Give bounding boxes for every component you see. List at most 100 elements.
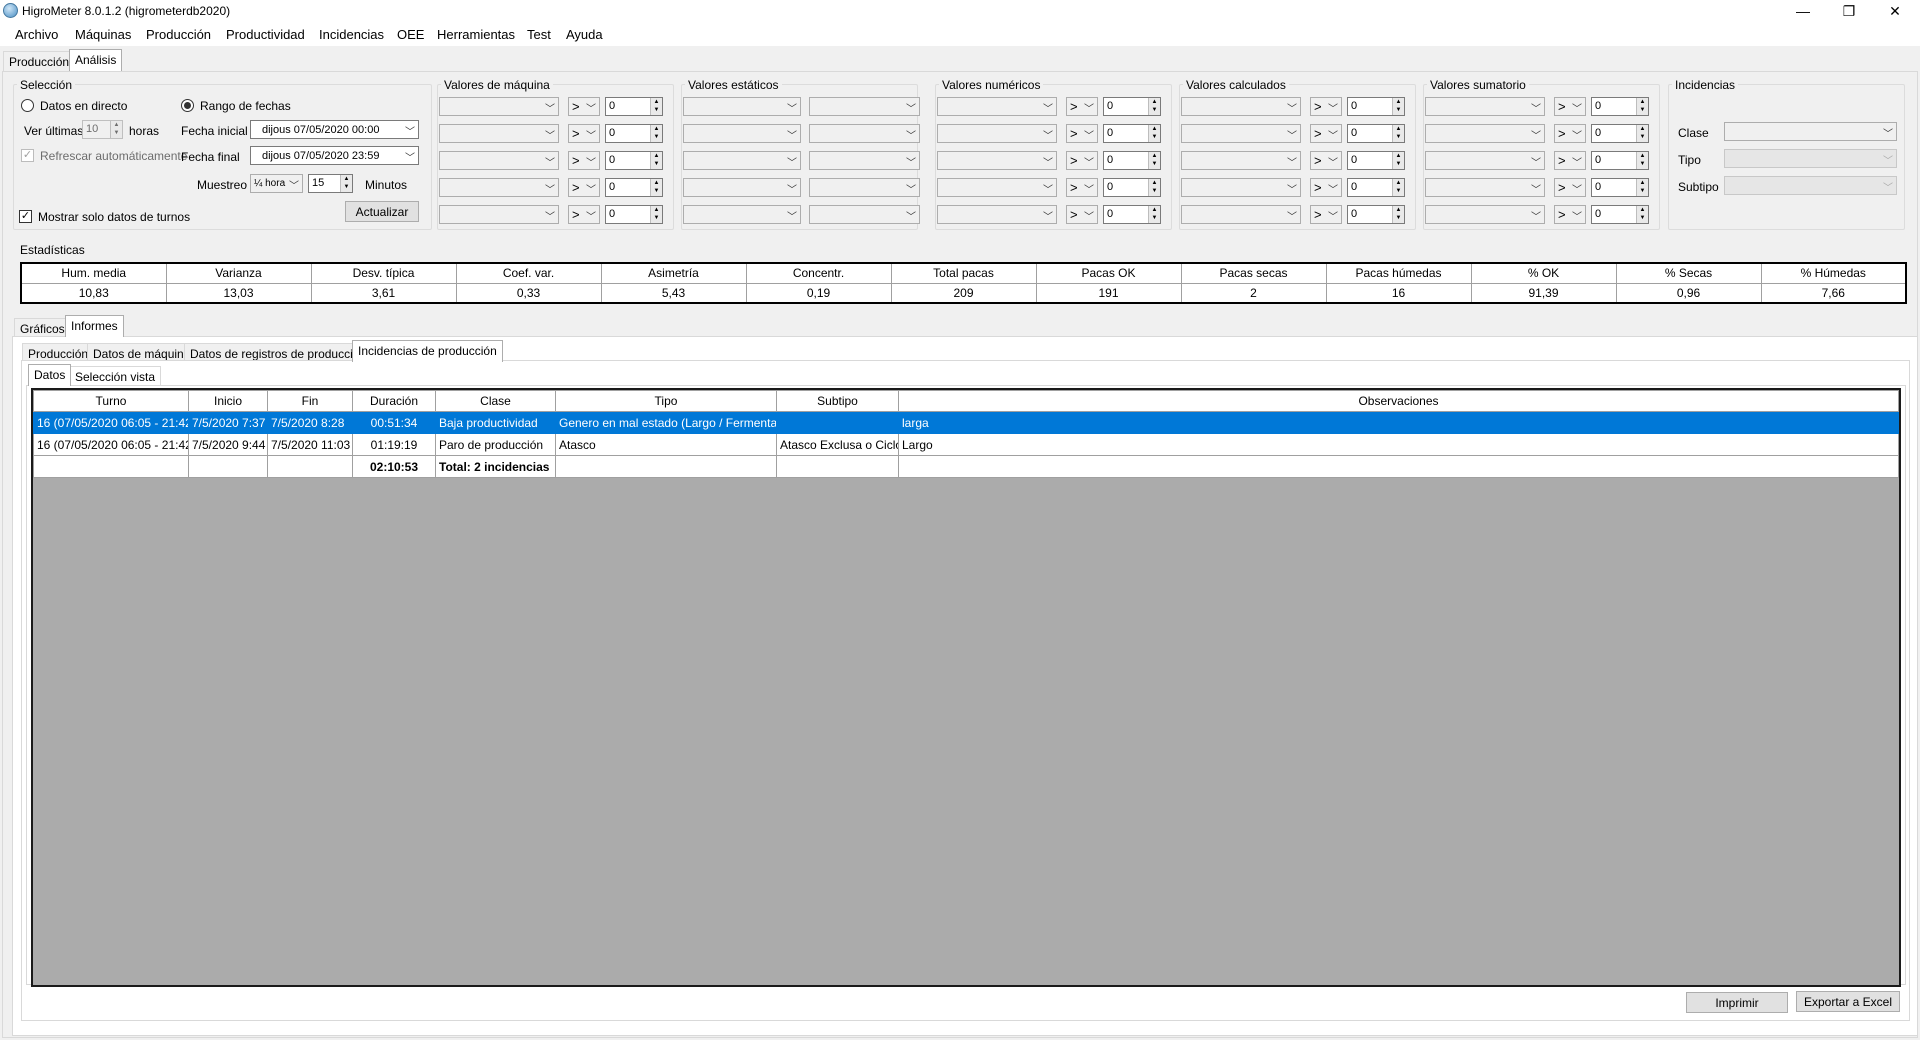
table-row[interactable]: 16 (07/05/2020 06:05 - 21:42) 7/5/2020 7:…: [33, 411, 1899, 434]
numericos-operator-select[interactable]: > ﹀: [1066, 151, 1098, 170]
chevron-down-icon[interactable]: ﹀: [1572, 127, 1582, 142]
chevron-down-icon[interactable]: ﹀: [586, 181, 596, 196]
chevron-down-icon[interactable]: ﹀: [906, 100, 916, 115]
numericos-value-spinner[interactable]: 0 ▲ ▼: [1103, 97, 1161, 116]
tab-incidencias-produccion[interactable]: Incidencias de producción: [352, 340, 503, 362]
total-cell[interactable]: [555, 455, 777, 478]
chevron-down-icon[interactable]: ﹀: [1287, 127, 1297, 142]
exportar-excel-button[interactable]: Exportar a Excel: [1796, 991, 1900, 1012]
actualizar-button[interactable]: Actualizar: [345, 201, 419, 222]
grid-cell[interactable]: Largo: [898, 433, 1899, 456]
chevron-down-icon[interactable]: ﹀: [1531, 181, 1541, 196]
tab-produccion[interactable]: Producción: [3, 51, 76, 71]
chevron-down-icon[interactable]: ﹀: [906, 154, 916, 169]
chevron-down-icon[interactable]: ﹀: [787, 208, 797, 223]
chevron-down-icon[interactable]: ﹀: [1531, 127, 1541, 142]
numericos-operator-select[interactable]: > ﹀: [1066, 178, 1098, 197]
chevron-down-icon[interactable]: ﹀: [586, 127, 596, 142]
rango-fechas-radio[interactable]: [181, 99, 194, 112]
numericos-value-spinner[interactable]: 0 ▲ ▼: [1103, 124, 1161, 143]
chevron-down-icon[interactable]: ﹀: [1084, 208, 1094, 223]
tab-seleccion-vista[interactable]: Selección vista: [69, 366, 162, 386]
chevron-down-icon[interactable]: ﹀: [1043, 127, 1053, 142]
sumatorio-field-select[interactable]: ﹀: [1425, 205, 1545, 224]
mostrar-turnos-checkbox[interactable]: ✓: [19, 210, 32, 223]
grid-column-header[interactable]: Duración: [352, 390, 436, 412]
numericos-field-select[interactable]: ﹀: [937, 124, 1057, 143]
spinner-arrows-icon[interactable]: ▲ ▼: [1148, 152, 1160, 169]
chevron-down-icon[interactable]: ﹀: [545, 208, 555, 223]
subtipo-select[interactable]: ﹀: [1724, 176, 1897, 195]
numericos-value-spinner[interactable]: 0 ▲ ▼: [1103, 178, 1161, 197]
grid-cell[interactable]: Genero en mal estado (Largo / Fermentado…: [555, 411, 777, 434]
sumatorio-field-select[interactable]: ﹀: [1425, 97, 1545, 116]
sumatorio-field-select[interactable]: ﹀: [1425, 124, 1545, 143]
calculados-value-spinner[interactable]: 0 ▲ ▼: [1347, 97, 1405, 116]
chevron-down-icon[interactable]: ﹀: [1572, 154, 1582, 169]
sumatorio-value-spinner[interactable]: 0 ▲ ▼: [1591, 205, 1649, 224]
chevron-down-icon[interactable]: ﹀: [586, 208, 596, 223]
tab-graficos[interactable]: Gráficos: [14, 318, 71, 338]
chevron-down-icon[interactable]: ﹀: [1572, 181, 1582, 196]
chevron-down-icon[interactable]: ﹀: [586, 154, 596, 169]
menu-archivo[interactable]: Archivo: [15, 27, 58, 42]
spinner-arrows-icon[interactable]: ▲ ▼: [1636, 179, 1648, 196]
spinner-arrows-icon[interactable]: ▲ ▼: [650, 125, 662, 142]
chevron-down-icon[interactable]: ﹀: [1328, 127, 1338, 142]
sumatorio-operator-select[interactable]: > ﹀: [1554, 124, 1586, 143]
tipo-select[interactable]: ﹀: [1724, 149, 1897, 168]
calculados-field-select[interactable]: ﹀: [1181, 178, 1301, 197]
chevron-down-icon[interactable]: ﹀: [1287, 100, 1297, 115]
total-row[interactable]: 02:10:53 Total: 2 incidencias: [33, 455, 1899, 478]
chevron-down-icon[interactable]: ﹀: [1084, 154, 1094, 169]
estaticos-field-select[interactable]: ﹀: [683, 97, 801, 116]
menu-herramientas[interactable]: Herramientas: [437, 27, 515, 42]
numericos-field-select[interactable]: ﹀: [937, 178, 1057, 197]
table-row[interactable]: 16 (07/05/2020 06:05 - 21:42) 7/5/2020 9:…: [33, 433, 1899, 456]
chevron-down-icon[interactable]: ﹀: [545, 181, 555, 196]
spinner-arrows-icon[interactable]: ▲ ▼: [650, 206, 662, 223]
total-cell[interactable]: [267, 455, 353, 478]
chevron-down-icon[interactable]: ﹀: [787, 154, 797, 169]
sumatorio-value-spinner[interactable]: 0 ▲ ▼: [1591, 97, 1649, 116]
calculados-value-spinner[interactable]: 0 ▲ ▼: [1347, 124, 1405, 143]
datos-directo-radio[interactable]: [21, 99, 34, 112]
estaticos-value-select[interactable]: ﹀: [809, 178, 920, 197]
calculados-operator-select[interactable]: > ﹀: [1310, 124, 1342, 143]
menu-ayuda[interactable]: Ayuda: [566, 27, 603, 42]
numericos-operator-select[interactable]: > ﹀: [1066, 124, 1098, 143]
tab-datos[interactable]: Datos: [28, 364, 72, 386]
spinner-arrows-icon[interactable]: ▲ ▼: [1392, 152, 1404, 169]
chevron-down-icon[interactable]: ﹀: [289, 177, 299, 192]
maquina-field-select[interactable]: ﹀: [439, 205, 559, 224]
estaticos-field-select[interactable]: ﹀: [683, 178, 801, 197]
grid-cell[interactable]: 01:19:19: [352, 433, 436, 456]
sumatorio-value-spinner[interactable]: 0 ▲ ▼: [1591, 124, 1649, 143]
spinner-arrows-icon[interactable]: ▲ ▼: [1148, 206, 1160, 223]
grid-column-header[interactable]: Turno: [33, 390, 189, 412]
chevron-down-icon[interactable]: ﹀: [1043, 154, 1053, 169]
maximize-button[interactable]: ❐: [1826, 0, 1872, 22]
chevron-down-icon[interactable]: ﹀: [1883, 125, 1893, 140]
calculados-field-select[interactable]: ﹀: [1181, 151, 1301, 170]
fecha-final-picker[interactable]: dijous 07/05/2020 23:59 ﹀: [250, 146, 419, 165]
sumatorio-field-select[interactable]: ﹀: [1425, 178, 1545, 197]
calculados-operator-select[interactable]: > ﹀: [1310, 97, 1342, 116]
imprimir-button[interactable]: Imprimir: [1686, 992, 1788, 1013]
estaticos-field-select[interactable]: ﹀: [683, 205, 801, 224]
total-cell[interactable]: 02:10:53: [352, 455, 436, 478]
maquina-field-select[interactable]: ﹀: [439, 124, 559, 143]
chevron-down-icon[interactable]: ﹀: [1531, 154, 1541, 169]
sumatorio-operator-select[interactable]: > ﹀: [1554, 97, 1586, 116]
chevron-down-icon[interactable]: ﹀: [1328, 154, 1338, 169]
grid-cell[interactable]: 7/5/2020 8:28: [267, 411, 353, 434]
chevron-down-icon[interactable]: ﹀: [1084, 127, 1094, 142]
grid-cell[interactable]: 7/5/2020 7:37: [188, 411, 268, 434]
maquina-field-select[interactable]: ﹀: [439, 97, 559, 116]
sumatorio-operator-select[interactable]: > ﹀: [1554, 205, 1586, 224]
maquina-operator-select[interactable]: > ﹀: [568, 205, 600, 224]
estaticos-value-select[interactable]: ﹀: [809, 97, 920, 116]
estaticos-value-select[interactable]: ﹀: [809, 151, 920, 170]
grid-cell[interactable]: 7/5/2020 11:03: [267, 433, 353, 456]
chevron-down-icon[interactable]: ﹀: [1287, 154, 1297, 169]
